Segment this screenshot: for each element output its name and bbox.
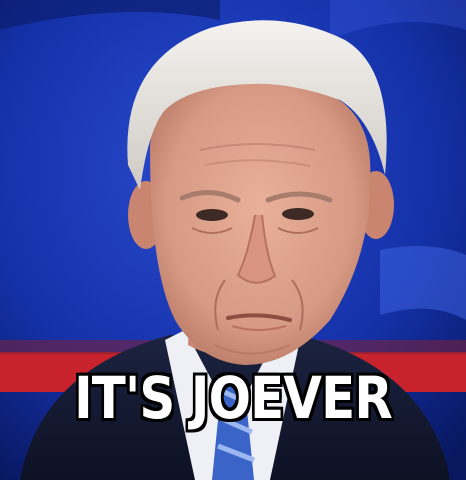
meme-container: IT'S JOEVER (0, 0, 466, 480)
left-eye (196, 209, 228, 221)
meme-caption: IT'S JOEVER (74, 364, 393, 432)
right-eye (282, 208, 314, 220)
